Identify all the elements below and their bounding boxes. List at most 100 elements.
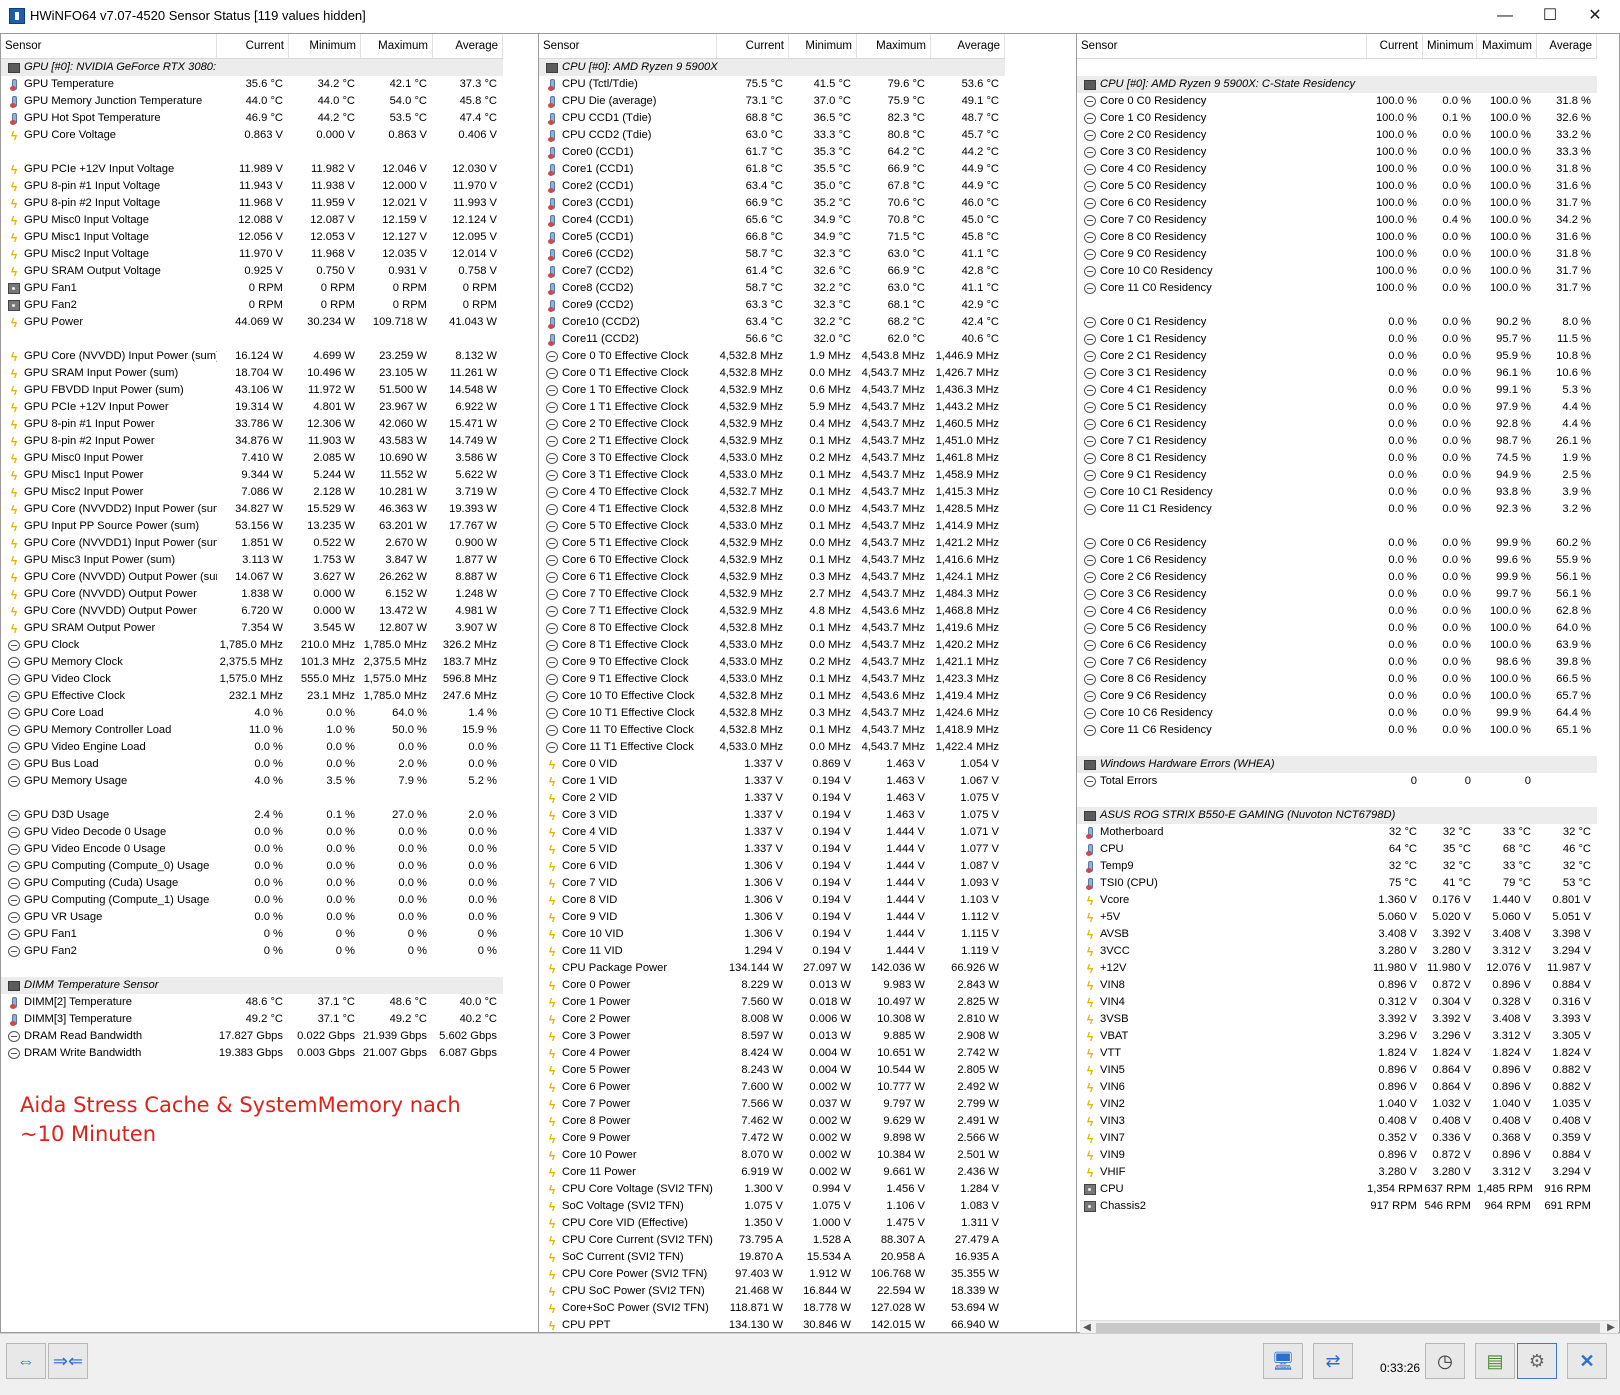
sensor-row[interactable]: ϟ Core 7 Power 7.566 W 0.037 W 9.797 W 2.799 …	[539, 1096, 1005, 1113]
sensor-row[interactable]: Core7 (CCD2) 61.4 °C 32.6 °C 66.9 °C 42.8 °C	[539, 263, 1005, 280]
header-sensor[interactable]: Sensor	[1, 34, 217, 58]
header-average[interactable]: Average	[433, 34, 503, 58]
sensor-row[interactable]: ϟ VTT 1.824 V 1.824 V 1.824 V 1.824 V	[1077, 1045, 1597, 1062]
sensor-row[interactable]: Core0 (CCD1) 61.7 °C 35.3 °C 64.2 °C 44.2 °C	[539, 144, 1005, 161]
sensor-row[interactable]: ϟ SoC Voltage (SVI2 TFN) 1.075 V 1.075 V 1.1…	[539, 1198, 1005, 1215]
report-icon[interactable]: ▤	[1475, 1343, 1515, 1379]
sensor-row[interactable]: ϟ Core 3 Power 8.597 W 0.013 W 9.885 W 2.908 …	[539, 1028, 1005, 1045]
sensor-row[interactable]: ϟ GPU Core (NVVDD2) Input Power (sum) 34.8…	[1, 501, 503, 518]
sensor-row[interactable]: ϟ GPU SRAM Input Power (sum) 18.704 W 10.49…	[1, 365, 503, 382]
sensor-row[interactable]: Core 7 T0 Effective Clock 4,532.9 MHz 2.7 …	[539, 586, 1005, 603]
sensor-row[interactable]: Core 8 C1 Residency 0.0 % 0.0 % 74.5 % 1.9 %	[1077, 450, 1597, 467]
sensor-row[interactable]: ϟ Core 1 Power 7.560 W 0.018 W 10.497 W 2.825…	[539, 994, 1005, 1011]
minimize-button[interactable]: —	[1482, 0, 1528, 31]
sensor-panel-right[interactable]: Sensor Current Minimum Maximum Average CPU [#…	[1076, 33, 1620, 1333]
sensor-row[interactable]: Core 11 C6 Residency 0.0 % 0.0 % 100.0 % 65.…	[1077, 722, 1597, 739]
header-sensor[interactable]: Sensor	[1077, 34, 1367, 58]
sensor-row[interactable]: ϟ GPU Misc2 Input Power 7.086 W 2.128 W 10.2…	[1, 484, 503, 501]
header-minimum[interactable]: Minimum	[789, 34, 857, 58]
maximize-button[interactable]: ☐	[1527, 0, 1573, 31]
sensor-row[interactable]: Core 0 T1 Effective Clock 4,532.8 MHz 0.0 …	[539, 365, 1005, 382]
sensor-row[interactable]: GPU Memory Junction Temperature 44.0 °C 44…	[1, 93, 503, 110]
sensor-row[interactable]: Core 2 C1 Residency 0.0 % 0.0 % 95.9 % 10.8 …	[1077, 348, 1597, 365]
sensor-row[interactable]: TSI0 (CPU) 75 °C 41 °C 79 °C 53 °C	[1077, 875, 1597, 892]
sensor-row[interactable]: Chassis2 917 RPM 546 RPM 964 RPM 691 RPM	[1077, 1198, 1597, 1215]
sensor-group-row[interactable]: DIMM Temperature Sensor	[1, 977, 503, 994]
sensor-row[interactable]: CPU 1,354 RPM 637 RPM 1,485 RPM 916 RPM	[1077, 1181, 1597, 1198]
sensor-row[interactable]: ϟ CPU SoC Power (SVI2 TFN) 21.468 W 16.844 …	[539, 1283, 1005, 1300]
sensor-row[interactable]: Core 8 C0 Residency 100.0 % 0.0 % 100.0 % 31…	[1077, 229, 1597, 246]
sensor-row[interactable]: Core 8 C6 Residency 0.0 % 0.0 % 100.0 % 66.5…	[1077, 671, 1597, 688]
header-current[interactable]: Current	[1367, 34, 1423, 58]
clock-icon[interactable]: ◷	[1425, 1343, 1465, 1379]
sensor-row[interactable]: ϟ GPU Misc1 Input Power 9.344 W 5.244 W 11.5…	[1, 467, 503, 484]
sensor-row[interactable]: ϟ Vcore 1.360 V 0.176 V 1.440 V 0.801 V	[1077, 892, 1597, 909]
sensor-row[interactable]: Core9 (CCD2) 63.3 °C 32.3 °C 68.1 °C 42.9 °C	[539, 297, 1005, 314]
sensor-row[interactable]: GPU Clock 1,785.0 MHz 210.0 MHz 1,785.0 MHz…	[1, 637, 503, 654]
sensor-row[interactable]: Core 0 C0 Residency 100.0 % 0.0 % 100.0 % 31…	[1077, 93, 1597, 110]
sensor-row[interactable]: Core 11 T1 Effective Clock 4,533.0 MHz 0.0…	[539, 739, 1005, 756]
header-average[interactable]: Average	[931, 34, 1005, 58]
sensor-group-row[interactable]: CPU [#0]: AMD Ryzen 9 5900X	[539, 59, 1005, 76]
sensor-row[interactable]: ϟ VHIF 3.280 V 3.280 V 3.312 V 3.294 V	[1077, 1164, 1597, 1181]
sensor-row[interactable]: Core 0 C1 Residency 0.0 % 0.0 % 90.2 % 8.0 %	[1077, 314, 1597, 331]
sensor-row[interactable]: Core 7 T1 Effective Clock 4,532.9 MHz 4.8 …	[539, 603, 1005, 620]
sensor-row[interactable]: Core 11 T0 Effective Clock 4,532.8 MHz 0.1…	[539, 722, 1005, 739]
sensor-row[interactable]: ϟ Core 8 Power 7.462 W 0.002 W 9.629 W 2.491 …	[539, 1113, 1005, 1130]
close-button[interactable]: ✕	[1572, 0, 1618, 31]
sensor-row[interactable]: Core 8 T0 Effective Clock 4,532.8 MHz 0.1 …	[539, 620, 1005, 637]
sensor-row[interactable]: Core 2 C0 Residency 100.0 % 0.0 % 100.0 % 33…	[1077, 127, 1597, 144]
sensor-row[interactable]: ϟ Core 10 Power 8.070 W 0.002 W 10.384 W 2.50…	[539, 1147, 1005, 1164]
sensor-row[interactable]: Core 7 C0 Residency 100.0 % 0.4 % 100.0 % 34…	[1077, 212, 1597, 229]
sensor-row[interactable]: Core 10 C0 Residency 100.0 % 0.0 % 100.0 % 3…	[1077, 263, 1597, 280]
sensor-row[interactable]: ϟ GPU Input PP Source Power (sum) 53.156 W…	[1, 518, 503, 535]
sensor-row[interactable]: Core 6 C1 Residency 0.0 % 0.0 % 92.8 % 4.4 %	[1077, 416, 1597, 433]
header-current[interactable]: Current	[217, 34, 289, 58]
sensor-row[interactable]: ϟ GPU Core (NVVDD) Output Power 6.720 W 0.0…	[1, 603, 503, 620]
sensor-row[interactable]: CPU CCD1 (Tdie) 68.8 °C 36.5 °C 82.3 °C 48.7…	[539, 110, 1005, 127]
sensor-row[interactable]: Core 10 C6 Residency 0.0 % 0.0 % 99.9 % 64.4…	[1077, 705, 1597, 722]
sensor-row[interactable]: GPU Hot Spot Temperature 46.9 °C 44.2 °C 53…	[1, 110, 503, 127]
sensor-row[interactable]: ϟ Core 9 Power 7.472 W 0.002 W 9.898 W 2.566 …	[539, 1130, 1005, 1147]
sensor-row[interactable]: Core 7 C1 Residency 0.0 % 0.0 % 98.7 % 26.1 …	[1077, 433, 1597, 450]
sensor-row[interactable]: GPU Computing (Compute_1) Usage 0.0 % 0.0 …	[1, 892, 503, 909]
sensor-row[interactable]: ϟ VIN9 0.896 V 0.872 V 0.896 V 0.884 V	[1077, 1147, 1597, 1164]
sensor-row[interactable]: GPU Computing (Cuda) Usage 0.0 % 0.0 % 0.0 …	[1, 875, 503, 892]
sensor-row[interactable]: Core 4 T1 Effective Clock 4,532.8 MHz 0.0 …	[539, 501, 1005, 518]
sensor-row[interactable]: ϟ Core 5 Power 8.243 W 0.004 W 10.544 W 2.805…	[539, 1062, 1005, 1079]
sensor-row[interactable]: Core 8 T1 Effective Clock 4,533.0 MHz 0.0 …	[539, 637, 1005, 654]
sensor-row[interactable]: Core 6 T1 Effective Clock 4,532.9 MHz 0.3 …	[539, 569, 1005, 586]
sensor-row[interactable]: Core 5 C6 Residency 0.0 % 0.0 % 100.0 % 64.0…	[1077, 620, 1597, 637]
sensor-row[interactable]: ϟ VBAT 3.296 V 3.296 V 3.312 V 3.305 V	[1077, 1028, 1597, 1045]
sensor-row[interactable]: ϟ GPU 8-pin #1 Input Power 33.786 W 12.306 …	[1, 416, 503, 433]
sensor-row[interactable]: ϟ GPU FBVDD Input Power (sum) 43.106 W 11.9…	[1, 382, 503, 399]
sensor-row[interactable]: ϟ Core 11 Power 6.919 W 0.002 W 9.661 W 2.436…	[539, 1164, 1005, 1181]
sensor-row[interactable]: Core 9 T1 Effective Clock 4,533.0 MHz 0.1 …	[539, 671, 1005, 688]
sensor-row[interactable]: ϟ Core 1 VID 1.337 V 0.194 V 1.463 V 1.067 V	[539, 773, 1005, 790]
sensor-row[interactable]: ϟ 3VCC 3.280 V 3.280 V 3.312 V 3.294 V	[1077, 943, 1597, 960]
sensor-row[interactable]: Core 4 C1 Residency 0.0 % 0.0 % 99.1 % 5.3 %	[1077, 382, 1597, 399]
sensor-row[interactable]: GPU Video Engine Load 0.0 % 0.0 % 0.0 % 0.0 …	[1, 739, 503, 756]
sensor-row[interactable]: ϟ GPU Misc0 Input Power 7.410 W 2.085 W 10.6…	[1, 450, 503, 467]
sensor-row[interactable]: ϟ Core+SoC Power (SVI2 TFN) 118.871 W 18.77…	[539, 1300, 1005, 1317]
sensor-row[interactable]: GPU Fan1 0 % 0 % 0 % 0 %	[1, 926, 503, 943]
sensor-row[interactable]: ϟ GPU 8-pin #2 Input Voltage 11.968 V 11.95…	[1, 195, 503, 212]
sensor-row[interactable]: GPU Video Encode 0 Usage 0.0 % 0.0 % 0.0 % 0…	[1, 841, 503, 858]
sensor-row[interactable]: ϟ VIN5 0.896 V 0.864 V 0.896 V 0.882 V	[1077, 1062, 1597, 1079]
sensor-group-row[interactable]: CPU [#0]: AMD Ryzen 9 5900X: C-State Res…	[1077, 76, 1597, 93]
sensor-row[interactable]: Core 6 C0 Residency 100.0 % 0.0 % 100.0 % 31…	[1077, 195, 1597, 212]
sensor-row[interactable]: GPU VR Usage 0.0 % 0.0 % 0.0 % 0.0 %	[1, 909, 503, 926]
sensor-row[interactable]: ϟ CPU Core Power (SVI2 TFN) 97.403 W 1.912 …	[539, 1266, 1005, 1283]
sensor-row[interactable]: ϟ GPU Power 44.069 W 30.234 W 109.718 W 41.04…	[1, 314, 503, 331]
network-sensors-icon[interactable]: ⇄	[1313, 1343, 1353, 1379]
sensor-row[interactable]: Motherboard 32 °C 32 °C 33 °C 32 °C	[1077, 824, 1597, 841]
sensor-row[interactable]: ϟ VIN7 0.352 V 0.336 V 0.368 V 0.359 V	[1077, 1130, 1597, 1147]
sensor-group-row[interactable]: Windows Hardware Errors (WHEA)	[1077, 756, 1597, 773]
sensor-row[interactable]: GPU Core Load 4.0 % 0.0 % 64.0 % 1.4 %	[1, 705, 503, 722]
sensor-row[interactable]: ϟ Core 4 Power 8.424 W 0.004 W 10.651 W 2.742…	[539, 1045, 1005, 1062]
sensor-row[interactable]: ϟ Core 0 Power 8.229 W 0.013 W 9.983 W 2.843 …	[539, 977, 1005, 994]
sensor-row[interactable]: ϟ 3VSB 3.392 V 3.392 V 3.408 V 3.393 V	[1077, 1011, 1597, 1028]
sensor-row[interactable]: Core 5 T1 Effective Clock 4,532.9 MHz 0.0 …	[539, 535, 1005, 552]
sensor-row[interactable]: Core 2 C6 Residency 0.0 % 0.0 % 99.9 % 56.1 …	[1077, 569, 1597, 586]
sensor-row[interactable]: ϟ Core 6 VID 1.306 V 0.194 V 1.444 V 1.087 V	[539, 858, 1005, 875]
